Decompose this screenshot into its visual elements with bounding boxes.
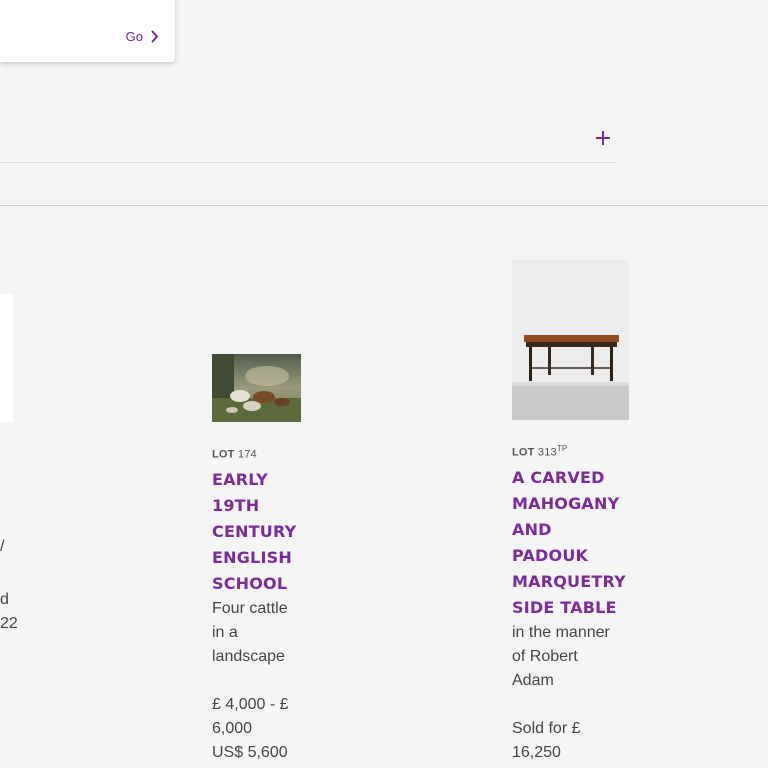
lot-price: Sold for £ 16,250: [512, 719, 581, 761]
lot-price: £ 4,000 - £ 6,000 US$ 5,600: [212, 695, 289, 761]
go-label: Go: [125, 29, 143, 44]
plus-icon: [596, 131, 610, 145]
partial-lot-fragment: 22: [0, 615, 18, 632]
go-button[interactable]: Go: [126, 29, 159, 44]
expand-filter-button[interactable]: [595, 130, 611, 146]
lot-card: LOT 313TP A CARVED MAHOGANY AND PADOUK M…: [512, 260, 642, 765]
lot-number: LOT 174: [212, 448, 257, 461]
chevron-right-icon: [151, 30, 158, 43]
partial-lot-image[interactable]: [0, 294, 13, 422]
lot-image-painting[interactable]: [212, 354, 301, 422]
partial-lot-fragment: d: [0, 591, 9, 608]
search-popup: Go: [0, 0, 175, 62]
lot-card: LOT 174 EARLY 19TH CENTURY ENGLISH SCHOO…: [212, 354, 322, 765]
partial-lot-fragment: /: [0, 538, 5, 555]
lot-description: in the manner of Robert Adam: [512, 623, 610, 689]
lot-image-side-table[interactable]: [512, 260, 629, 420]
lot-description: Four cattle in a landscape: [212, 599, 288, 665]
filter-row: [0, 120, 617, 163]
lot-number: LOT 313TP: [512, 444, 568, 459]
lot-title[interactable]: EARLY 19TH CENTURY ENGLISH SCHOOL: [212, 467, 322, 597]
lot-title[interactable]: A CARVED MAHOGANY AND PADOUK MARQUETRY S…: [512, 465, 642, 621]
section-divider: [0, 205, 768, 206]
